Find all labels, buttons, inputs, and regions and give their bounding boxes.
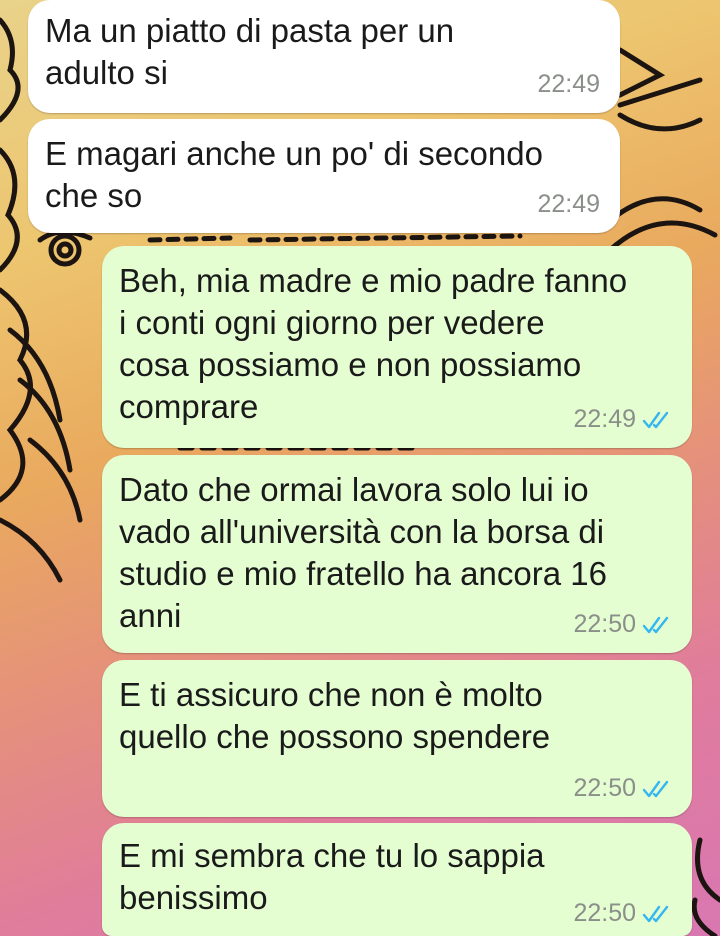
message-time: 22:50 (573, 774, 636, 802)
message-text: E ti assicuro che non è molto quello che… (119, 676, 551, 755)
message-meta: 22:50 (573, 610, 672, 639)
double-check-read-icon (642, 905, 669, 922)
message-text: Ma un piatto di pasta per un adulto si (45, 12, 455, 91)
message-meta: 22:49 (573, 405, 672, 434)
message-time: 22:50 (573, 610, 636, 638)
message-outgoing[interactable]: Beh, mia madre e mio padre fanno i conti… (102, 246, 692, 448)
message-meta: 22:49 (537, 190, 600, 219)
double-check-read-icon (642, 780, 669, 797)
message-time: 22:49 (573, 405, 636, 433)
message-incoming[interactable]: E magari anche un po' di secondo che so … (28, 119, 620, 233)
message-time: 22:49 (537, 70, 600, 98)
message-time: 22:50 (573, 899, 636, 927)
message-meta: 22:50 (573, 899, 672, 928)
message-outgoing[interactable]: E ti assicuro che non è molto quello che… (102, 660, 692, 817)
message-outgoing[interactable]: Dato che ormai lavora solo lui io vado a… (102, 455, 692, 653)
message-meta: 22:49 (537, 70, 600, 99)
double-check-read-icon (642, 616, 669, 633)
message-meta: 22:50 (573, 774, 672, 803)
double-check-read-icon (642, 411, 669, 428)
message-text: Beh, mia madre e mio padre fanno i conti… (119, 262, 628, 425)
message-time: 22:49 (537, 190, 600, 218)
message-text: E magari anche un po' di secondo che so (45, 135, 543, 214)
message-outgoing[interactable]: E mi sembra che tu lo sappia benissimo 2… (102, 823, 692, 936)
message-incoming[interactable]: Ma un piatto di pasta per un adulto si 2… (28, 0, 620, 113)
